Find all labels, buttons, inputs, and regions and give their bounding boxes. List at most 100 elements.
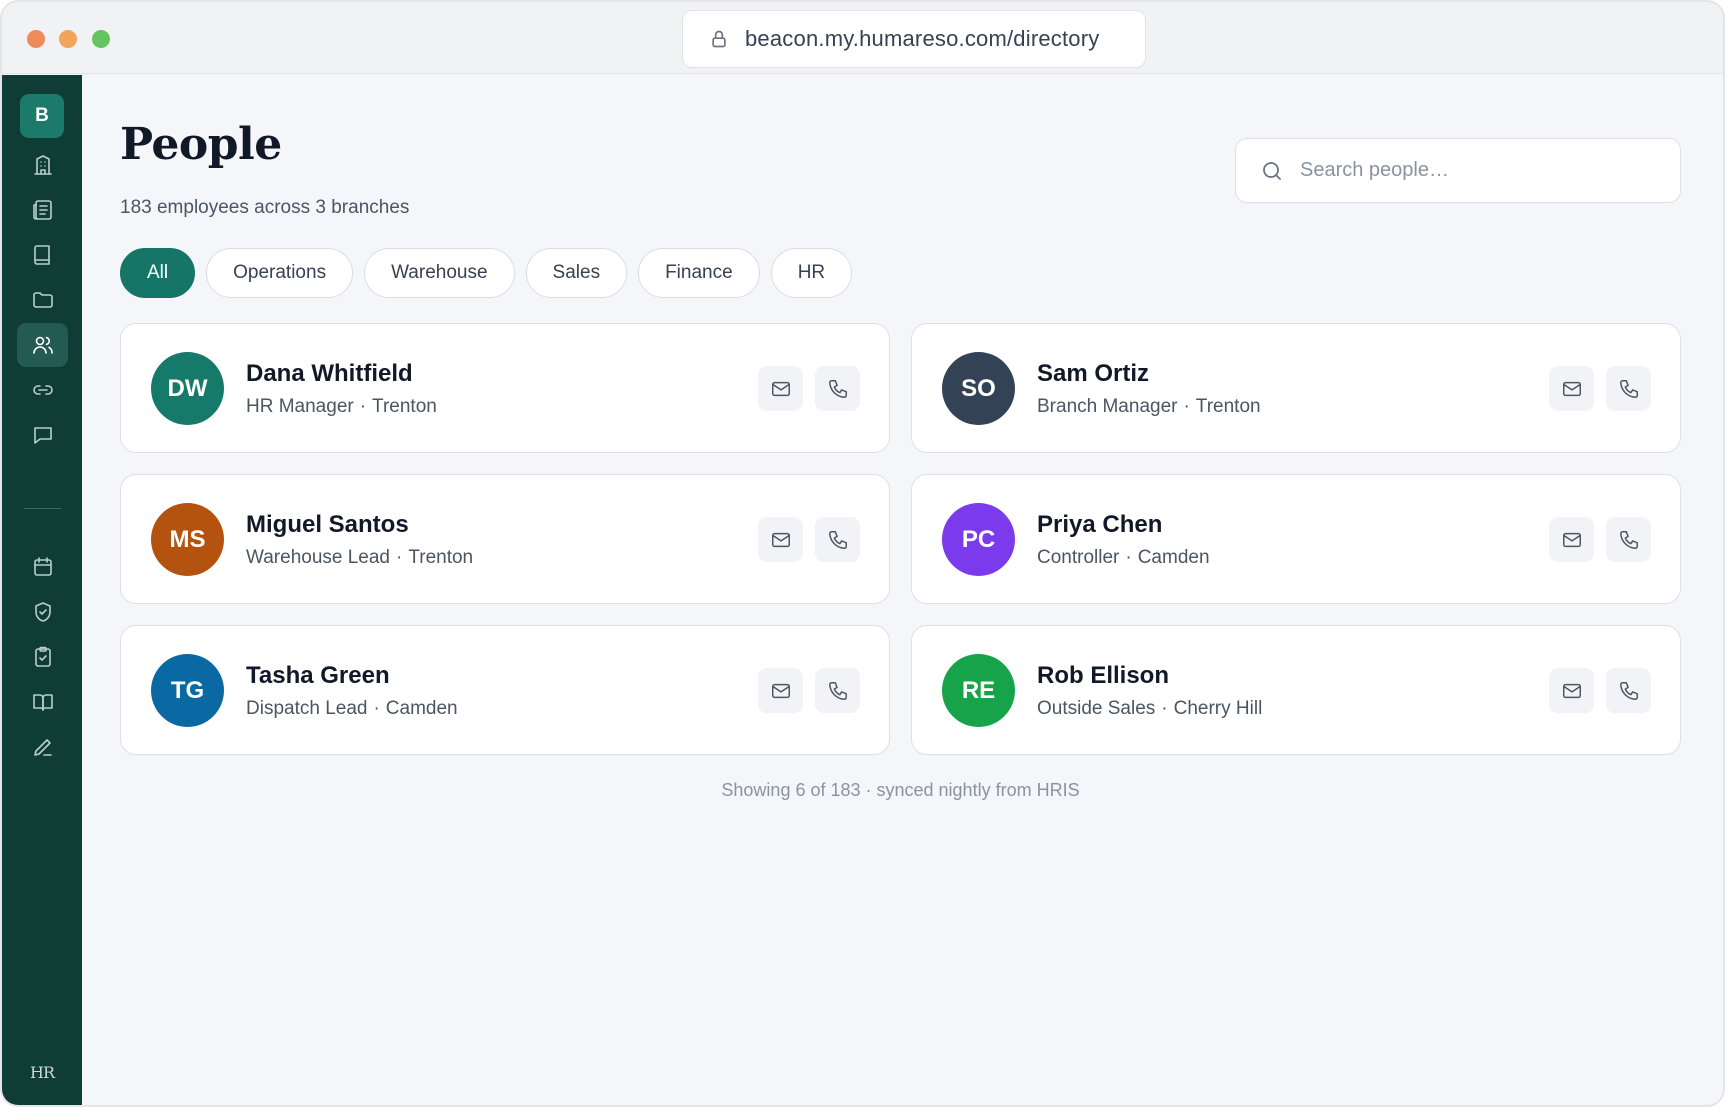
browser-titlebar: beacon.my.humareso.com/directory xyxy=(2,2,1723,74)
filter-chip-operations[interactable]: Operations xyxy=(206,248,354,298)
calendar-icon xyxy=(31,555,55,579)
search-box[interactable] xyxy=(1235,138,1681,203)
mail-icon xyxy=(770,529,792,551)
search-input[interactable] xyxy=(1300,159,1660,182)
meta-separator: · xyxy=(1183,396,1190,417)
person-role: Warehouse Lead xyxy=(246,547,391,568)
person-card[interactable]: SO Sam Ortiz Branch Manager · Trenton xyxy=(911,323,1681,453)
sidebar-item-people[interactable] xyxy=(17,323,68,367)
person-card[interactable]: DW Dana Whitfield HR Manager · Trenton xyxy=(120,323,890,453)
sidebar-divider xyxy=(24,508,61,509)
lock-icon xyxy=(709,29,729,49)
sidebar-item-newspaper[interactable] xyxy=(17,188,68,232)
browser-window: beacon.my.humareso.com/directory B HR Pe… xyxy=(0,0,1725,1107)
person-name: Tasha Green xyxy=(246,662,390,689)
meta-separator: · xyxy=(396,547,403,568)
filter-chip-sales[interactable]: Sales xyxy=(525,248,628,298)
person-location: Cherry Hill xyxy=(1173,698,1263,719)
person-name: Miguel Santos xyxy=(246,511,409,538)
call-button[interactable] xyxy=(815,668,860,713)
person-location: Camden xyxy=(385,698,458,719)
person-role: Outside Sales xyxy=(1037,698,1156,719)
app-logo[interactable]: B xyxy=(20,94,64,138)
meta-separator: · xyxy=(359,396,367,417)
call-button[interactable] xyxy=(815,517,860,562)
filter-chip-warehouse[interactable]: Warehouse xyxy=(364,248,515,298)
mail-icon xyxy=(1561,680,1583,702)
person-meta: HR Manager · Trenton xyxy=(246,396,437,418)
person-meta: Warehouse Lead · Trenton xyxy=(246,547,473,569)
chat-icon xyxy=(31,423,55,447)
building-icon xyxy=(31,153,55,177)
sidebar-item-link[interactable] xyxy=(17,368,68,412)
call-button[interactable] xyxy=(1606,366,1651,411)
book-icon xyxy=(31,243,55,267)
filter-chip-all[interactable]: All xyxy=(120,248,196,298)
person-location: Camden xyxy=(1137,547,1210,568)
sidebar: B HR xyxy=(2,75,82,1105)
person-card[interactable]: RE Rob Ellison Outside Sales · Cherry Hill xyxy=(911,625,1681,755)
sidebar-item-calendar[interactable] xyxy=(17,545,68,589)
email-button[interactable] xyxy=(758,366,803,411)
sidebar-item-book[interactable] xyxy=(17,233,68,277)
sidebar-item-building[interactable] xyxy=(17,143,68,187)
call-button[interactable] xyxy=(1606,668,1651,713)
folder-icon xyxy=(31,288,55,312)
person-role: HR Manager xyxy=(246,396,354,417)
avatar: TG xyxy=(151,654,224,727)
sidebar-item-clipboard[interactable] xyxy=(17,635,68,679)
person-name: Rob Ellison xyxy=(1037,662,1169,689)
mail-icon xyxy=(770,378,792,400)
avatar: SO xyxy=(942,352,1015,425)
address-bar[interactable]: beacon.my.humareso.com/directory xyxy=(682,10,1146,68)
phone-icon xyxy=(827,529,849,551)
clipboard-icon xyxy=(31,645,55,669)
person-name: Priya Chen xyxy=(1037,511,1163,538)
avatar: MS xyxy=(151,503,224,576)
person-card[interactable]: PC Priya Chen Controller · Camden xyxy=(911,474,1681,604)
phone-icon xyxy=(827,680,849,702)
link-icon xyxy=(31,378,55,402)
phone-icon xyxy=(1618,680,1640,702)
sidebar-item-open-book[interactable] xyxy=(17,680,68,724)
filter-chip-hr[interactable]: HR xyxy=(770,248,853,298)
person-card[interactable]: TG Tasha Green Dispatch Lead · Camden xyxy=(120,625,890,755)
minimize-window-button[interactable] xyxy=(59,30,77,48)
mail-icon xyxy=(770,680,792,702)
search-icon xyxy=(1260,159,1284,183)
shield-icon xyxy=(31,600,55,624)
call-button[interactable] xyxy=(815,366,860,411)
footer-note: Showing 6 of 183 · synced nightly from H… xyxy=(721,780,1080,800)
newspaper-icon xyxy=(31,198,55,222)
sidebar-item-folder[interactable] xyxy=(17,278,68,322)
open-book-icon xyxy=(31,690,55,714)
filter-chip-finance[interactable]: Finance xyxy=(638,248,760,298)
person-meta: Outside Sales · Cherry Hill xyxy=(1037,698,1262,720)
maximize-window-button[interactable] xyxy=(92,30,110,48)
page-subtitle: 183 employees across 3 branches xyxy=(120,197,410,218)
sidebar-item-pen[interactable] xyxy=(17,725,68,769)
person-meta: Dispatch Lead · Camden xyxy=(246,698,458,720)
mail-icon xyxy=(1561,529,1583,551)
meta-separator: · xyxy=(1161,698,1168,719)
avatar: RE xyxy=(942,654,1015,727)
pen-icon xyxy=(31,735,55,759)
person-role: Controller xyxy=(1037,547,1120,568)
close-window-button[interactable] xyxy=(27,30,45,48)
email-button[interactable] xyxy=(758,517,803,562)
email-button[interactable] xyxy=(1549,668,1594,713)
sidebar-item-chat[interactable] xyxy=(17,413,68,457)
meta-separator: · xyxy=(373,698,380,719)
avatar: DW xyxy=(151,352,224,425)
person-role: Branch Manager xyxy=(1037,396,1178,417)
email-button[interactable] xyxy=(1549,366,1594,411)
person-card[interactable]: MS Miguel Santos Warehouse Lead · Trenton xyxy=(120,474,890,604)
person-location: Trenton xyxy=(1195,396,1261,417)
sidebar-item-shield[interactable] xyxy=(17,590,68,634)
people-icon xyxy=(31,333,55,357)
person-role: Dispatch Lead xyxy=(246,698,368,719)
email-button[interactable] xyxy=(1549,517,1594,562)
person-meta: Controller · Camden xyxy=(1037,547,1210,569)
call-button[interactable] xyxy=(1606,517,1651,562)
email-button[interactable] xyxy=(758,668,803,713)
